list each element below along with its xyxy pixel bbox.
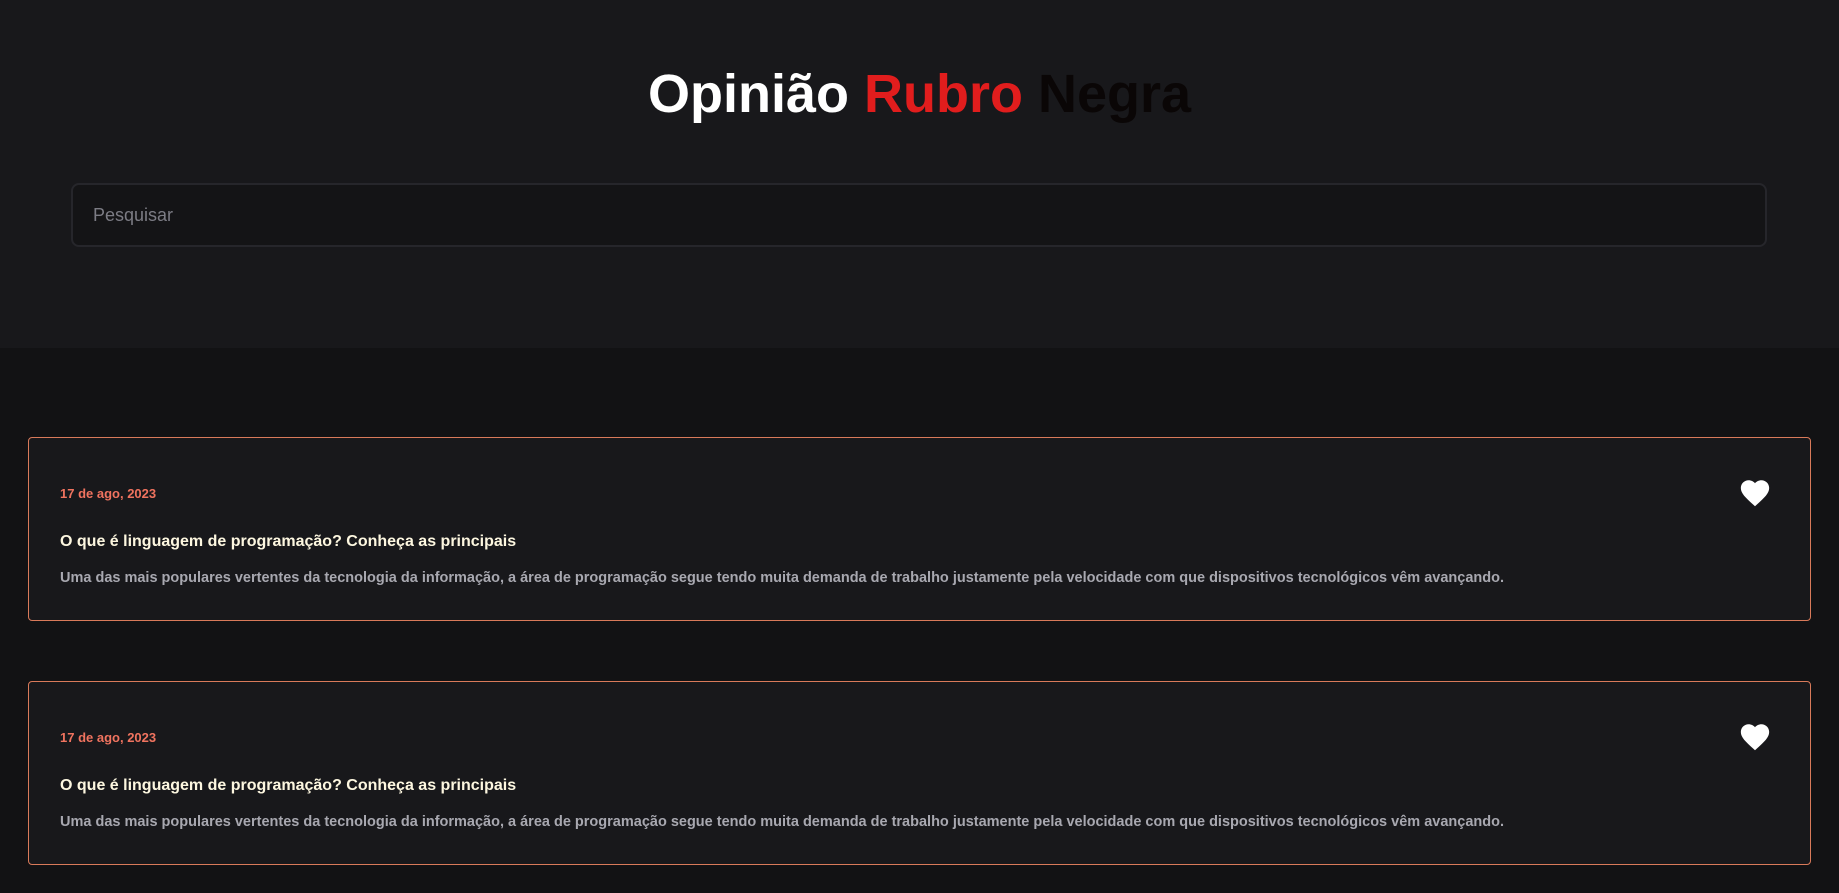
site-header: Opinião Rubro Negra — [0, 0, 1839, 348]
search-input[interactable] — [73, 185, 1765, 245]
heart-icon — [1740, 724, 1770, 751]
post-card[interactable]: 17 de ago, 2023 O que é linguagem de pro… — [28, 681, 1811, 865]
post-card[interactable]: 17 de ago, 2023 O que é linguagem de pro… — [28, 437, 1811, 621]
site-title: Opinião Rubro Negra — [0, 60, 1839, 128]
post-date: 17 de ago, 2023 — [60, 730, 157, 745]
site-title-part-rubro: Rubro — [863, 64, 1023, 124]
search-box — [71, 183, 1767, 247]
post-description: Uma das mais populares vertentes da tecn… — [60, 570, 1504, 586]
post-description: Uma das mais populares vertentes da tecn… — [60, 814, 1504, 830]
like-button[interactable] — [1738, 720, 1772, 754]
post-title[interactable]: O que é linguagem de programação? Conheç… — [60, 777, 516, 795]
site-title-part-negra: Negra — [1037, 64, 1192, 124]
post-date: 17 de ago, 2023 — [60, 486, 157, 501]
heart-icon — [1740, 480, 1770, 507]
site-title-part-opiniao: Opinião — [647, 64, 849, 124]
like-button[interactable] — [1738, 476, 1772, 510]
post-title[interactable]: O que é linguagem de programação? Conheç… — [60, 533, 516, 551]
